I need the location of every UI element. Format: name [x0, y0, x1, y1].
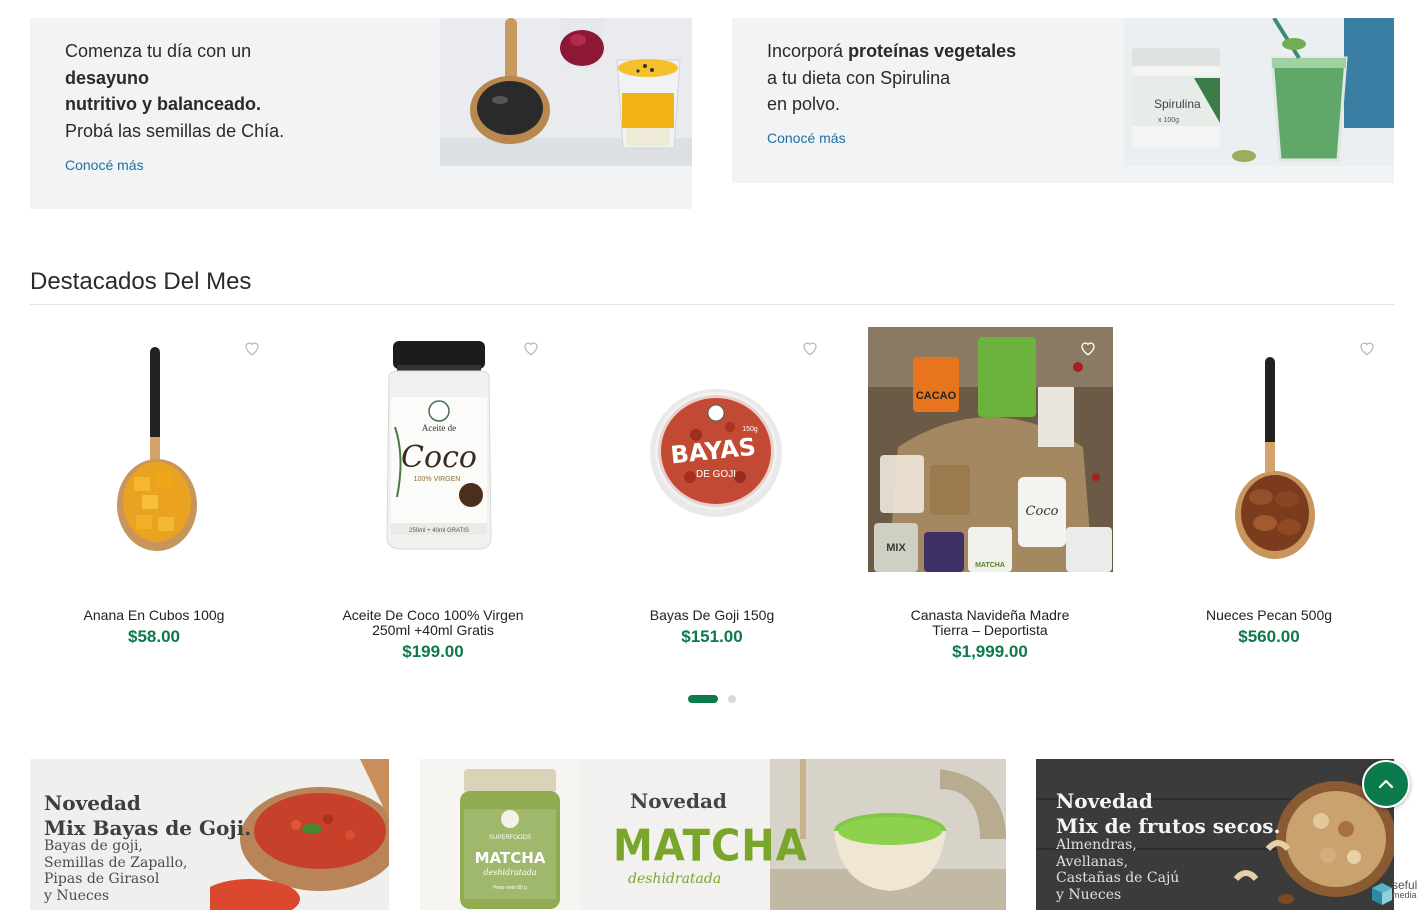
product-card[interactable]: Aceite de Coco 100% VIRGEN 250ml + 40ml … — [308, 327, 558, 662]
svg-text:Peso neto 80 g: Peso neto 80 g — [493, 885, 527, 891]
wishlist-heart-icon[interactable] — [243, 339, 261, 357]
promo-chia-line3: nutritivo y balanceado. — [65, 94, 262, 114]
promo-spirulina-text: Incorporá proteínas vegetales a tu dieta… — [767, 38, 1016, 118]
wishlist-heart-icon[interactable] — [1079, 339, 1097, 357]
banner-nuts-line: Castañas de Cajú — [1056, 870, 1180, 886]
product-image[interactable]: BAYAS DE GOJI 150g — [590, 327, 835, 572]
christmas-basket-image: CACAO Coco MIX MATCHA — [867, 327, 1113, 572]
banner-goji-ingredients: Bayas de goji, Semillas de Zapallo, Pipa… — [44, 838, 187, 904]
banner-matcha-title: MATCHA — [613, 820, 808, 872]
pineapple-spoon-image — [116, 347, 197, 551]
banner-goji-title1: Novedad — [44, 791, 141, 815]
product-name[interactable]: Anana En Cubos 100g — [29, 608, 279, 623]
banner-matcha-head: Novedad — [630, 789, 727, 813]
svg-text:deshidratada: deshidratada — [483, 868, 536, 877]
svg-text:SUPERFOODS: SUPERFOODS — [489, 835, 531, 841]
product-price: $1,999.00 — [952, 642, 1028, 661]
brand-line1: seful — [1392, 878, 1418, 892]
promo-banner-chia[interactable]: Comenza tu día con un desayuno nutritivo… — [30, 18, 692, 209]
svg-text:CACAO: CACAO — [915, 390, 956, 402]
svg-text:Coco: Coco — [1025, 504, 1058, 519]
wishlist-heart-icon[interactable] — [1358, 339, 1376, 357]
promo-chia-line1: Comenza tu día con un — [65, 41, 252, 61]
banner-goji-line: Bayas de goji, — [44, 838, 143, 854]
wishlist-heart-icon[interactable] — [801, 339, 819, 357]
pecan-spoon-image — [1234, 357, 1315, 559]
product-card[interactable]: Anana En Cubos 100g $58.00 — [29, 327, 279, 647]
product-name[interactable]: Bayas De Goji 150g — [587, 608, 837, 623]
promo-spirulina-line2: a tu dieta con Spirulina — [767, 67, 951, 88]
banner-nuts-title2: Mix de frutos secos. — [1056, 814, 1281, 838]
banner-goji-title: Novedad Mix Bayas de Goji. — [44, 791, 251, 841]
product-image[interactable]: CACAO Coco MIX MATCHA — [867, 327, 1113, 572]
banner-goji-line: Pipas de Girasol — [44, 871, 160, 887]
svg-text:Coco: Coco — [401, 440, 477, 475]
product-price: $199.00 — [402, 642, 464, 661]
svg-text:250ml + 40ml GRATIS: 250ml + 40ml GRATIS — [409, 528, 469, 534]
product-card[interactable]: BAYAS DE GOJI 150g Bayas De Goji 150g $1… — [587, 327, 837, 647]
banner-nuts-ingredients: Almendras, Avellanas, Castañas de Cajú y… — [1056, 837, 1179, 903]
product-card[interactable]: Nueces Pecan 500g $560.00 — [1144, 327, 1394, 647]
coconut-oil-jar-image: Aceite de Coco 100% VIRGEN 250ml + 40ml … — [385, 341, 492, 550]
goji-tub-image: BAYAS DE GOJI 150g — [649, 389, 782, 517]
promo-banner-spirulina[interactable]: Incorporá proteínas vegetales a tu dieta… — [732, 18, 1394, 183]
promo-spirulina-link[interactable]: Conocé más — [767, 130, 846, 146]
product-image[interactable] — [1147, 327, 1392, 572]
product-price: $560.00 — [1238, 627, 1300, 646]
svg-text:DE GOJI: DE GOJI — [695, 469, 735, 480]
promo-chia-text: Comenza tu día con un desayuno nutritivo… — [65, 38, 284, 144]
banner-nuts-title: Novedad Mix de frutos secos. — [1056, 789, 1281, 839]
svg-text:MATCHA: MATCHA — [475, 849, 546, 867]
brand-wordmark: seful media — [1392, 878, 1418, 900]
wishlist-heart-icon[interactable] — [522, 339, 540, 357]
promo-spirulina-line3: en polvo. — [767, 94, 841, 114]
banner-goji-line: Semillas de Zapallo, — [44, 854, 188, 871]
banner-nuts-line: Avellanas, — [1056, 853, 1129, 870]
section-divider — [30, 304, 1394, 305]
product-price: $151.00 — [681, 627, 743, 646]
carousel-dot[interactable] — [728, 695, 736, 703]
promo-chia-line4: Probá las semillas de Chía. — [65, 120, 285, 141]
banner-nuts-line: Almendras, — [1056, 837, 1137, 853]
svg-text:MATCHA: MATCHA — [975, 562, 1005, 569]
svg-text:Spirulina: Spirulina — [1154, 97, 1201, 111]
product-name[interactable]: Nueces Pecan 500g — [1144, 608, 1394, 623]
promo-chia-line2: desayuno — [65, 67, 150, 88]
product-name[interactable]: Aceite De Coco 100% Virgen 250ml +40ml G… — [308, 608, 558, 638]
banner-matcha-subtitle: deshidratada — [628, 871, 722, 887]
promo-spirulina-bold: proteínas vegetales — [848, 41, 1017, 61]
chia-seeds-image — [440, 18, 692, 166]
banner-goji-line: y Nueces — [44, 887, 110, 904]
svg-text:MIX: MIX — [886, 542, 906, 554]
promo-chia-link[interactable]: Conocé más — [65, 157, 144, 173]
product-price: $58.00 — [128, 627, 180, 646]
banner-nuts-title1: Novedad — [1056, 789, 1153, 813]
svg-text:Aceite de: Aceite de — [421, 423, 455, 433]
chevron-up-icon — [1378, 779, 1394, 789]
product-name[interactable]: Canasta Navideña Madre Tierra – Deportis… — [865, 608, 1115, 638]
svg-text:100% VIRGEN: 100% VIRGEN — [413, 476, 460, 483]
product-card[interactable]: CACAO Coco MIX MATCHA Canasta Navideña M… — [865, 327, 1115, 662]
section-title: Destacados Del Mes — [30, 268, 252, 295]
carousel-dot-active[interactable] — [688, 695, 718, 703]
product-image[interactable] — [32, 327, 277, 572]
banner-goji-mix[interactable]: Novedad Mix Bayas de Goji. Bayas de goji… — [30, 759, 389, 910]
back-to-top-button[interactable] — [1362, 760, 1410, 808]
product-image[interactable]: Aceite de Coco 100% VIRGEN 250ml + 40ml … — [311, 327, 556, 572]
svg-text:150g: 150g — [742, 426, 758, 433]
promo-spirulina-pre: Incorporá — [767, 41, 844, 61]
banner-nuts-mix[interactable]: Novedad Mix de frutos secos. Almendras, … — [1036, 759, 1394, 910]
brand-line2: media — [1392, 890, 1417, 900]
banner-nuts-line: y Nueces — [1056, 886, 1122, 903]
banner-matcha[interactable]: SUPERFOODS MATCHA deshidratada Peso neto… — [420, 759, 1006, 910]
svg-text:x 100g: x 100g — [1158, 117, 1179, 124]
spirulina-image: Spirulina x 100g — [1124, 18, 1394, 166]
